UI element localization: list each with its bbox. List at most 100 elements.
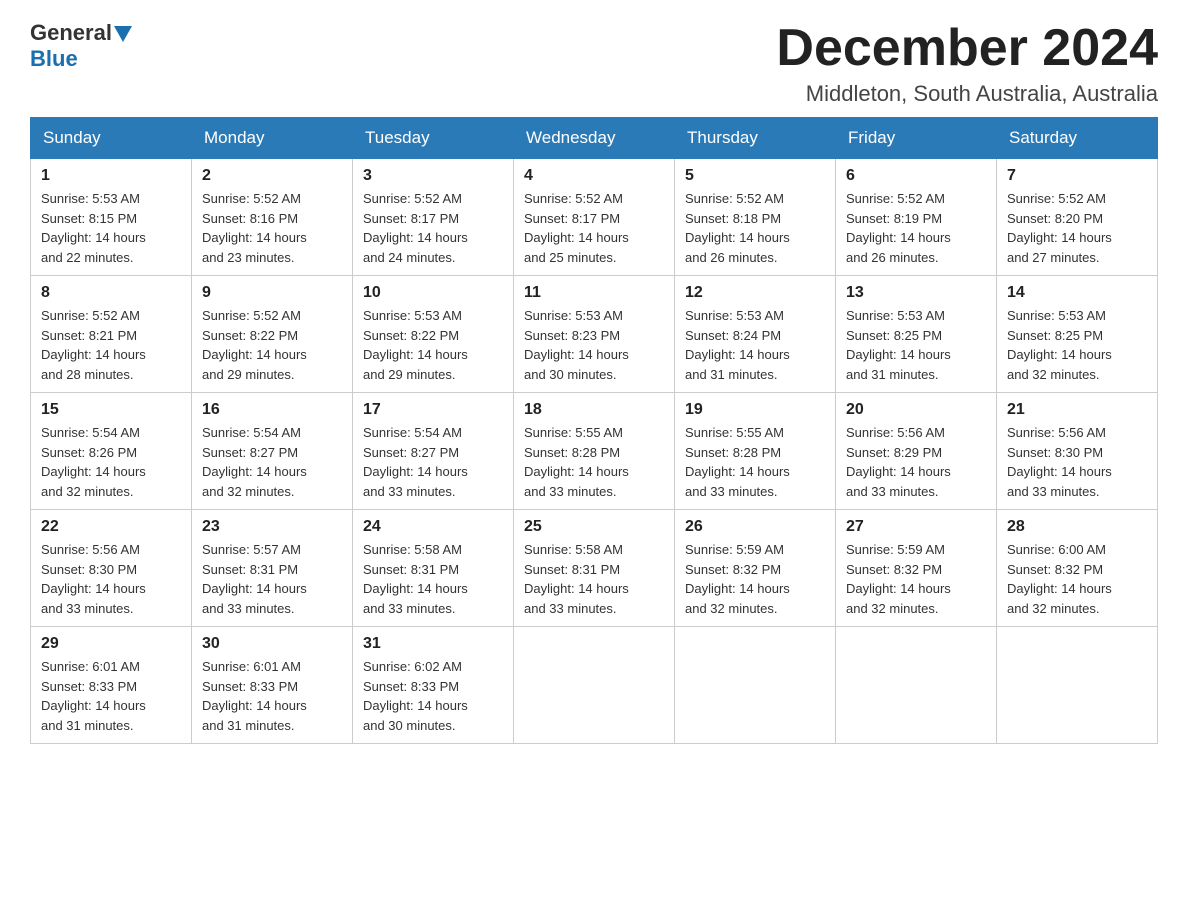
- day-number: 25: [524, 518, 664, 536]
- day-number: 16: [202, 401, 342, 419]
- day-number: 6: [846, 167, 986, 185]
- day-info: Sunrise: 5:57 AM Sunset: 8:31 PM Dayligh…: [202, 540, 342, 618]
- day-number: 1: [41, 167, 181, 185]
- day-number: 29: [41, 635, 181, 653]
- calendar-cell: 12 Sunrise: 5:53 AM Sunset: 8:24 PM Dayl…: [675, 276, 836, 393]
- location-title: Middleton, South Australia, Australia: [776, 81, 1158, 107]
- logo-blue-text: Blue: [30, 46, 78, 72]
- calendar-table: SundayMondayTuesdayWednesdayThursdayFrid…: [30, 117, 1158, 744]
- calendar-cell: 25 Sunrise: 5:58 AM Sunset: 8:31 PM Dayl…: [514, 510, 675, 627]
- calendar-cell: 23 Sunrise: 5:57 AM Sunset: 8:31 PM Dayl…: [192, 510, 353, 627]
- calendar-cell: [836, 627, 997, 744]
- calendar-cell: 6 Sunrise: 5:52 AM Sunset: 8:19 PM Dayli…: [836, 159, 997, 276]
- day-info: Sunrise: 6:01 AM Sunset: 8:33 PM Dayligh…: [41, 657, 181, 735]
- calendar-week-row: 29 Sunrise: 6:01 AM Sunset: 8:33 PM Dayl…: [31, 627, 1158, 744]
- calendar-week-row: 8 Sunrise: 5:52 AM Sunset: 8:21 PM Dayli…: [31, 276, 1158, 393]
- calendar-cell: 13 Sunrise: 5:53 AM Sunset: 8:25 PM Dayl…: [836, 276, 997, 393]
- day-number: 8: [41, 284, 181, 302]
- day-number: 10: [363, 284, 503, 302]
- day-info: Sunrise: 5:52 AM Sunset: 8:22 PM Dayligh…: [202, 306, 342, 384]
- calendar-cell: 4 Sunrise: 5:52 AM Sunset: 8:17 PM Dayli…: [514, 159, 675, 276]
- day-number: 4: [524, 167, 664, 185]
- weekday-header-friday: Friday: [836, 118, 997, 159]
- calendar-cell: 17 Sunrise: 5:54 AM Sunset: 8:27 PM Dayl…: [353, 393, 514, 510]
- day-info: Sunrise: 5:52 AM Sunset: 8:16 PM Dayligh…: [202, 189, 342, 267]
- calendar-cell: [997, 627, 1158, 744]
- logo-triangle-icon: [114, 26, 132, 42]
- day-info: Sunrise: 6:00 AM Sunset: 8:32 PM Dayligh…: [1007, 540, 1147, 618]
- day-number: 28: [1007, 518, 1147, 536]
- day-info: Sunrise: 6:01 AM Sunset: 8:33 PM Dayligh…: [202, 657, 342, 735]
- day-info: Sunrise: 6:02 AM Sunset: 8:33 PM Dayligh…: [363, 657, 503, 735]
- day-number: 11: [524, 284, 664, 302]
- calendar-cell: 1 Sunrise: 5:53 AM Sunset: 8:15 PM Dayli…: [31, 159, 192, 276]
- day-number: 2: [202, 167, 342, 185]
- weekday-header-tuesday: Tuesday: [353, 118, 514, 159]
- day-number: 21: [1007, 401, 1147, 419]
- day-number: 20: [846, 401, 986, 419]
- day-number: 15: [41, 401, 181, 419]
- day-number: 18: [524, 401, 664, 419]
- weekday-header-monday: Monday: [192, 118, 353, 159]
- calendar-cell: 24 Sunrise: 5:58 AM Sunset: 8:31 PM Dayl…: [353, 510, 514, 627]
- page-header: General Blue December 2024 Middleton, So…: [30, 20, 1158, 107]
- day-number: 12: [685, 284, 825, 302]
- day-info: Sunrise: 5:58 AM Sunset: 8:31 PM Dayligh…: [363, 540, 503, 618]
- day-info: Sunrise: 5:53 AM Sunset: 8:23 PM Dayligh…: [524, 306, 664, 384]
- weekday-header-thursday: Thursday: [675, 118, 836, 159]
- calendar-cell: 20 Sunrise: 5:56 AM Sunset: 8:29 PM Dayl…: [836, 393, 997, 510]
- calendar-cell: 21 Sunrise: 5:56 AM Sunset: 8:30 PM Dayl…: [997, 393, 1158, 510]
- day-info: Sunrise: 5:58 AM Sunset: 8:31 PM Dayligh…: [524, 540, 664, 618]
- calendar-cell: 5 Sunrise: 5:52 AM Sunset: 8:18 PM Dayli…: [675, 159, 836, 276]
- day-number: 13: [846, 284, 986, 302]
- day-info: Sunrise: 5:52 AM Sunset: 8:17 PM Dayligh…: [363, 189, 503, 267]
- day-number: 5: [685, 167, 825, 185]
- day-info: Sunrise: 5:54 AM Sunset: 8:27 PM Dayligh…: [202, 423, 342, 501]
- calendar-cell: 30 Sunrise: 6:01 AM Sunset: 8:33 PM Dayl…: [192, 627, 353, 744]
- calendar-cell: 31 Sunrise: 6:02 AM Sunset: 8:33 PM Dayl…: [353, 627, 514, 744]
- day-info: Sunrise: 5:59 AM Sunset: 8:32 PM Dayligh…: [685, 540, 825, 618]
- calendar-cell: [514, 627, 675, 744]
- day-number: 26: [685, 518, 825, 536]
- day-number: 3: [363, 167, 503, 185]
- calendar-cell: 14 Sunrise: 5:53 AM Sunset: 8:25 PM Dayl…: [997, 276, 1158, 393]
- day-number: 7: [1007, 167, 1147, 185]
- day-number: 14: [1007, 284, 1147, 302]
- calendar-cell: 2 Sunrise: 5:52 AM Sunset: 8:16 PM Dayli…: [192, 159, 353, 276]
- calendar-cell: 27 Sunrise: 5:59 AM Sunset: 8:32 PM Dayl…: [836, 510, 997, 627]
- day-info: Sunrise: 5:53 AM Sunset: 8:25 PM Dayligh…: [846, 306, 986, 384]
- day-info: Sunrise: 5:52 AM Sunset: 8:18 PM Dayligh…: [685, 189, 825, 267]
- calendar-week-row: 15 Sunrise: 5:54 AM Sunset: 8:26 PM Dayl…: [31, 393, 1158, 510]
- title-area: December 2024 Middleton, South Australia…: [776, 20, 1158, 107]
- weekday-header-wednesday: Wednesday: [514, 118, 675, 159]
- day-info: Sunrise: 5:52 AM Sunset: 8:17 PM Dayligh…: [524, 189, 664, 267]
- day-number: 30: [202, 635, 342, 653]
- day-info: Sunrise: 5:52 AM Sunset: 8:19 PM Dayligh…: [846, 189, 986, 267]
- calendar-cell: 10 Sunrise: 5:53 AM Sunset: 8:22 PM Dayl…: [353, 276, 514, 393]
- calendar-cell: 8 Sunrise: 5:52 AM Sunset: 8:21 PM Dayli…: [31, 276, 192, 393]
- day-info: Sunrise: 5:59 AM Sunset: 8:32 PM Dayligh…: [846, 540, 986, 618]
- calendar-cell: 26 Sunrise: 5:59 AM Sunset: 8:32 PM Dayl…: [675, 510, 836, 627]
- day-info: Sunrise: 5:54 AM Sunset: 8:27 PM Dayligh…: [363, 423, 503, 501]
- day-info: Sunrise: 5:56 AM Sunset: 8:30 PM Dayligh…: [1007, 423, 1147, 501]
- calendar-cell: 29 Sunrise: 6:01 AM Sunset: 8:33 PM Dayl…: [31, 627, 192, 744]
- calendar-cell: 28 Sunrise: 6:00 AM Sunset: 8:32 PM Dayl…: [997, 510, 1158, 627]
- day-number: 17: [363, 401, 503, 419]
- day-info: Sunrise: 5:53 AM Sunset: 8:22 PM Dayligh…: [363, 306, 503, 384]
- calendar-cell: 3 Sunrise: 5:52 AM Sunset: 8:17 PM Dayli…: [353, 159, 514, 276]
- calendar-cell: [675, 627, 836, 744]
- calendar-week-row: 1 Sunrise: 5:53 AM Sunset: 8:15 PM Dayli…: [31, 159, 1158, 276]
- calendar-cell: 7 Sunrise: 5:52 AM Sunset: 8:20 PM Dayli…: [997, 159, 1158, 276]
- day-number: 22: [41, 518, 181, 536]
- calendar-cell: 9 Sunrise: 5:52 AM Sunset: 8:22 PM Dayli…: [192, 276, 353, 393]
- calendar-cell: 18 Sunrise: 5:55 AM Sunset: 8:28 PM Dayl…: [514, 393, 675, 510]
- weekday-header-row: SundayMondayTuesdayWednesdayThursdayFrid…: [31, 118, 1158, 159]
- weekday-header-sunday: Sunday: [31, 118, 192, 159]
- calendar-week-row: 22 Sunrise: 5:56 AM Sunset: 8:30 PM Dayl…: [31, 510, 1158, 627]
- day-info: Sunrise: 5:56 AM Sunset: 8:30 PM Dayligh…: [41, 540, 181, 618]
- month-title: December 2024: [776, 20, 1158, 77]
- day-number: 9: [202, 284, 342, 302]
- day-info: Sunrise: 5:53 AM Sunset: 8:25 PM Dayligh…: [1007, 306, 1147, 384]
- calendar-cell: 19 Sunrise: 5:55 AM Sunset: 8:28 PM Dayl…: [675, 393, 836, 510]
- calendar-cell: 22 Sunrise: 5:56 AM Sunset: 8:30 PM Dayl…: [31, 510, 192, 627]
